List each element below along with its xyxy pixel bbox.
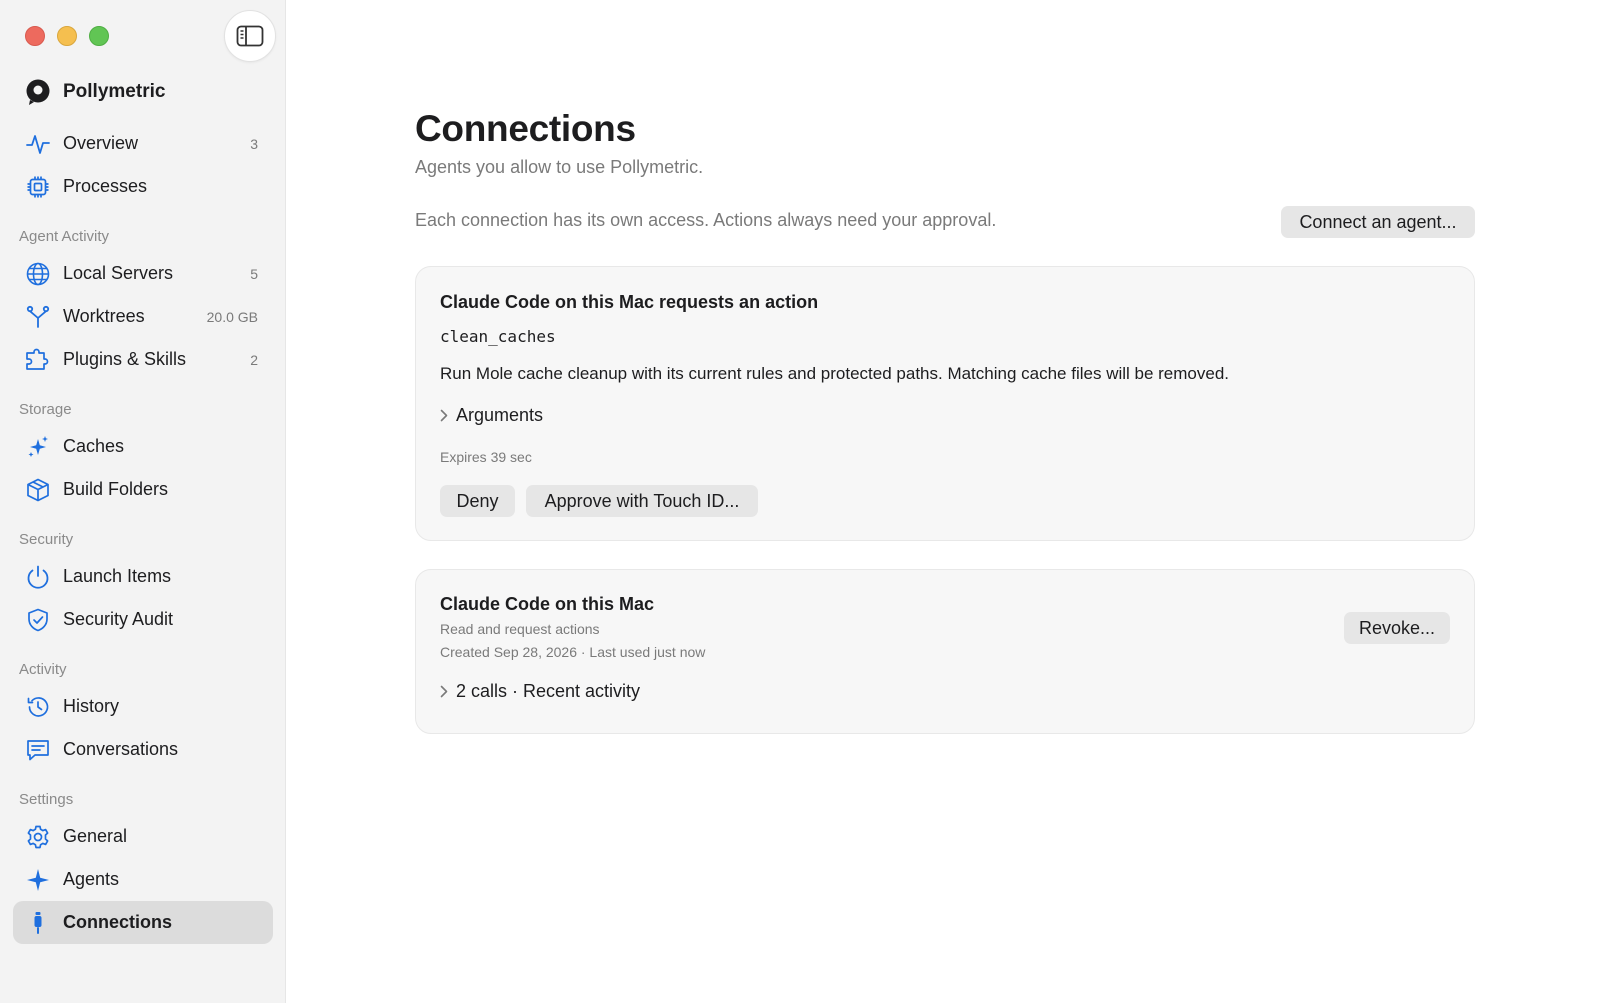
connect-agent-button[interactable]: Connect an agent... (1281, 206, 1475, 238)
cpu-icon (25, 174, 51, 200)
sidebar-item-label: Local Servers (63, 263, 174, 283)
sidebar-item-connections[interactable]: Connections (13, 901, 273, 944)
sidebar-item-label: Overview (63, 133, 139, 153)
sidebar-item-count: 3 (250, 135, 258, 152)
close-window-button[interactable] (25, 26, 45, 46)
section-header: Agent Activity (19, 228, 110, 245)
action-request-card: Claude Code on this Mac requests an acti… (415, 266, 1475, 541)
sidebar-item-local-servers[interactable]: Local Servers 5 (13, 252, 273, 295)
activity-disclosure[interactable]: 2 calls · Recent activity (440, 681, 640, 702)
sidebar: Pollymetric Overview 3 Processes Agent A… (0, 0, 286, 1003)
chat-icon (25, 737, 51, 763)
section-header: Storage (19, 401, 72, 418)
section-header: Security (19, 531, 74, 548)
request-title: Claude Code on this Mac requests an acti… (440, 292, 819, 312)
history-icon (25, 694, 51, 720)
sidebar-item-count: 2 (250, 351, 258, 368)
request-description: Run Mole cache cleanup with its current … (440, 364, 1230, 383)
sidebar-item-agents[interactable]: Agents (13, 858, 273, 901)
activity-icon (25, 131, 51, 157)
branch-icon (25, 304, 51, 330)
connection-meta: Created Sep 28, 2026 · Last used just no… (440, 644, 706, 660)
sidebar-item-label: Agents (63, 869, 120, 889)
plug-icon (25, 910, 51, 936)
sidebar-nav: Overview 3 Processes Agent Activity Loca… (13, 122, 273, 944)
connection-title: Claude Code on this Mac (440, 594, 655, 614)
request-tool-name: clean_caches (440, 327, 556, 346)
page-subtitle: Agents you allow to use Pollymetric. (415, 157, 704, 177)
brand: Pollymetric (24, 78, 165, 106)
sidebar-item-label: Processes (63, 176, 148, 196)
shield-check-icon (25, 607, 51, 633)
pollymetric-logo-icon (26, 79, 50, 105)
page-title: Connections (415, 108, 636, 149)
sidebar-icon (236, 25, 264, 47)
revoke-button[interactable]: Revoke... (1344, 612, 1450, 644)
deny-button[interactable]: Deny (440, 485, 515, 517)
sidebar-item-launch-items[interactable]: Launch Items (13, 555, 273, 598)
section-header: Activity (19, 661, 67, 678)
sidebar-item-label: History (63, 696, 120, 716)
sidebar-item-label: Plugins & Skills (63, 349, 187, 369)
globe-icon (25, 261, 51, 287)
activity-label: 2 calls · Recent activity (456, 681, 641, 701)
sidebar-item-label: Security Audit (63, 609, 174, 629)
gear-icon (25, 824, 51, 850)
sidebar-item-label: General (63, 826, 128, 846)
connection-card: Claude Code on this Mac Read and request… (415, 569, 1475, 734)
section-header: Settings (19, 791, 74, 808)
sidebar-item-count: 5 (250, 265, 258, 282)
app-name: Pollymetric (63, 81, 166, 102)
sparkles-icon (25, 434, 51, 460)
sidebar-item-label: Connections (63, 912, 173, 932)
connections-info-text: Each connection has its own access. Acti… (415, 210, 997, 230)
minimize-window-button[interactable] (57, 26, 77, 46)
sidebar-item-worktrees[interactable]: Worktrees 20.0 GB (13, 295, 273, 338)
sidebar-item-caches[interactable]: Caches (13, 425, 273, 468)
sidebar-item-label: Caches (63, 436, 125, 456)
sidebar-item-label: Worktrees (63, 306, 145, 326)
sidebar-item-general[interactable]: General (13, 815, 273, 858)
sidebar-item-build-folders[interactable]: Build Folders (13, 468, 273, 511)
arguments-label: Arguments (456, 405, 544, 425)
request-expiry: Expires 39 sec (440, 449, 532, 465)
box-icon (25, 477, 51, 503)
chevron-right-icon (440, 409, 448, 422)
sidebar-item-plugins-skills[interactable]: Plugins & Skills 2 (13, 338, 273, 381)
connection-access: Read and request actions (440, 621, 600, 637)
sparkle-icon (25, 867, 51, 893)
sidebar-item-count: 20.0 GB (206, 308, 258, 325)
zoom-window-button[interactable] (89, 26, 109, 46)
sidebar-item-label: Launch Items (63, 566, 172, 586)
power-icon (25, 564, 51, 590)
sidebar-toggle-button[interactable] (224, 10, 276, 62)
sidebar-item-overview[interactable]: Overview 3 (13, 122, 273, 165)
sidebar-item-conversations[interactable]: Conversations (13, 728, 273, 771)
plugin-icon (25, 347, 51, 373)
arguments-disclosure[interactable]: Arguments (440, 405, 543, 426)
sidebar-item-processes[interactable]: Processes (13, 165, 273, 208)
sidebar-item-history[interactable]: History (13, 685, 273, 728)
approve-touch-id-button[interactable]: Approve with Touch ID... (526, 485, 758, 517)
sidebar-item-label: Build Folders (63, 479, 169, 499)
chevron-right-icon (440, 685, 448, 698)
sidebar-item-security-audit[interactable]: Security Audit (13, 598, 273, 641)
window-controls (25, 26, 109, 46)
sidebar-item-label: Conversations (63, 739, 179, 759)
